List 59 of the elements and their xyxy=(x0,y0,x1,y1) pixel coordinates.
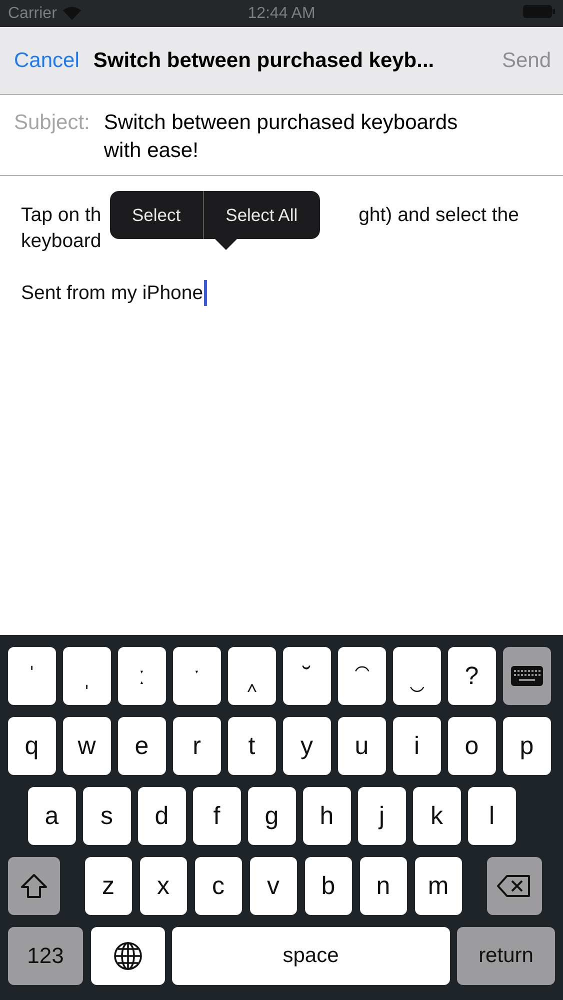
body-text: Tap on th xyxy=(21,203,102,228)
wifi-icon xyxy=(62,7,81,20)
key[interactable]: ː xyxy=(118,647,166,705)
key[interactable]: x xyxy=(140,857,187,915)
globe-key[interactable] xyxy=(90,927,164,985)
key[interactable]: ˈ xyxy=(8,647,56,705)
key[interactable]: ˑ xyxy=(173,647,220,705)
key[interactable]: i xyxy=(393,717,440,775)
key[interactable]: n xyxy=(360,857,407,915)
key[interactable]: e xyxy=(118,717,166,775)
key[interactable]: u xyxy=(338,717,386,775)
keyboard-icon xyxy=(510,665,544,687)
key[interactable]: ⁀ xyxy=(338,647,386,705)
key[interactable]: c xyxy=(194,857,242,915)
key[interactable]: ‸ xyxy=(228,647,276,705)
status-time: 12:44 AM xyxy=(248,4,316,22)
globe-icon xyxy=(112,941,142,971)
carrier-name: Carrier xyxy=(8,4,57,22)
key[interactable]: k xyxy=(413,787,460,845)
shift-icon xyxy=(20,873,48,899)
menu-item[interactable]: Select xyxy=(110,191,203,239)
key[interactable]: p xyxy=(503,717,550,775)
key[interactable]: ? xyxy=(448,647,496,705)
nav-title: Switch between purchased keyb... xyxy=(93,48,436,72)
return-key[interactable]: return xyxy=(457,927,555,985)
key[interactable]: ˌ xyxy=(63,647,110,705)
body-text: ght) and select the xyxy=(358,203,519,228)
key[interactable]: y xyxy=(283,717,330,775)
battery-icon xyxy=(523,4,555,18)
key[interactable]: t xyxy=(228,717,276,775)
delete-key[interactable] xyxy=(486,857,542,915)
backspace-icon xyxy=(497,874,531,898)
numbers-key[interactable]: 123 xyxy=(8,927,83,985)
key[interactable]: d xyxy=(138,787,186,845)
key[interactable]: ˘ xyxy=(283,647,330,705)
key[interactable]: r xyxy=(173,717,220,775)
key[interactable]: w xyxy=(63,717,110,775)
key[interactable]: b xyxy=(304,857,352,915)
key[interactable]: g xyxy=(248,787,296,845)
key[interactable]: j xyxy=(358,787,406,845)
key[interactable]: f xyxy=(193,787,240,845)
key[interactable]: v xyxy=(250,857,297,915)
key[interactable]: o xyxy=(448,717,496,775)
subject-field[interactable]: Switch between purchased keyboards with ease! xyxy=(104,109,496,165)
key[interactable]: l xyxy=(468,787,516,845)
key[interactable]: h xyxy=(303,787,350,845)
space-key[interactable]: space xyxy=(172,927,450,985)
signature-text: Sent from my iPhone xyxy=(21,281,204,306)
body-text: keyboard xyxy=(21,230,102,252)
key[interactable]: m xyxy=(414,857,462,915)
key[interactable]: q xyxy=(8,717,56,775)
dismiss-keyboard-key[interactable] xyxy=(503,647,550,705)
key[interactable]: a xyxy=(28,787,76,845)
subject-label: Subject: xyxy=(14,110,90,136)
shift-key[interactable] xyxy=(8,857,60,915)
key[interactable]: z xyxy=(84,857,132,915)
key[interactable]: s xyxy=(83,787,130,845)
key[interactable]: ‿ xyxy=(393,647,440,705)
text-cursor xyxy=(204,280,207,306)
